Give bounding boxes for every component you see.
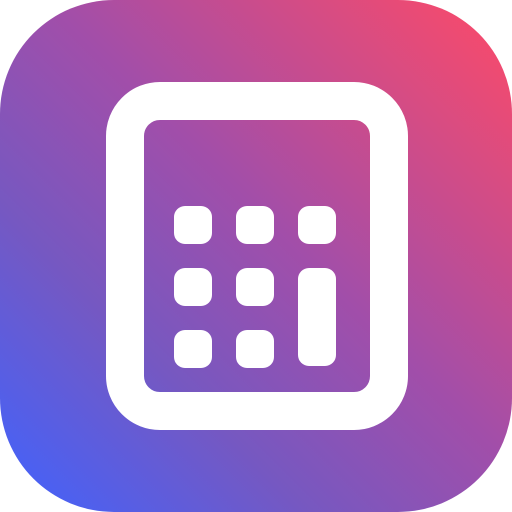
calculator-app-icon[interactable] [0,0,512,512]
calculator-key [174,206,212,244]
calculator-key [236,206,274,244]
calculator-tall-key [298,268,336,366]
calculator-key [236,330,274,368]
calculator-key [174,268,212,306]
calculator-key [298,206,336,244]
calculator-key [236,268,274,306]
calculator-icon [106,82,408,430]
calculator-key [174,330,212,368]
